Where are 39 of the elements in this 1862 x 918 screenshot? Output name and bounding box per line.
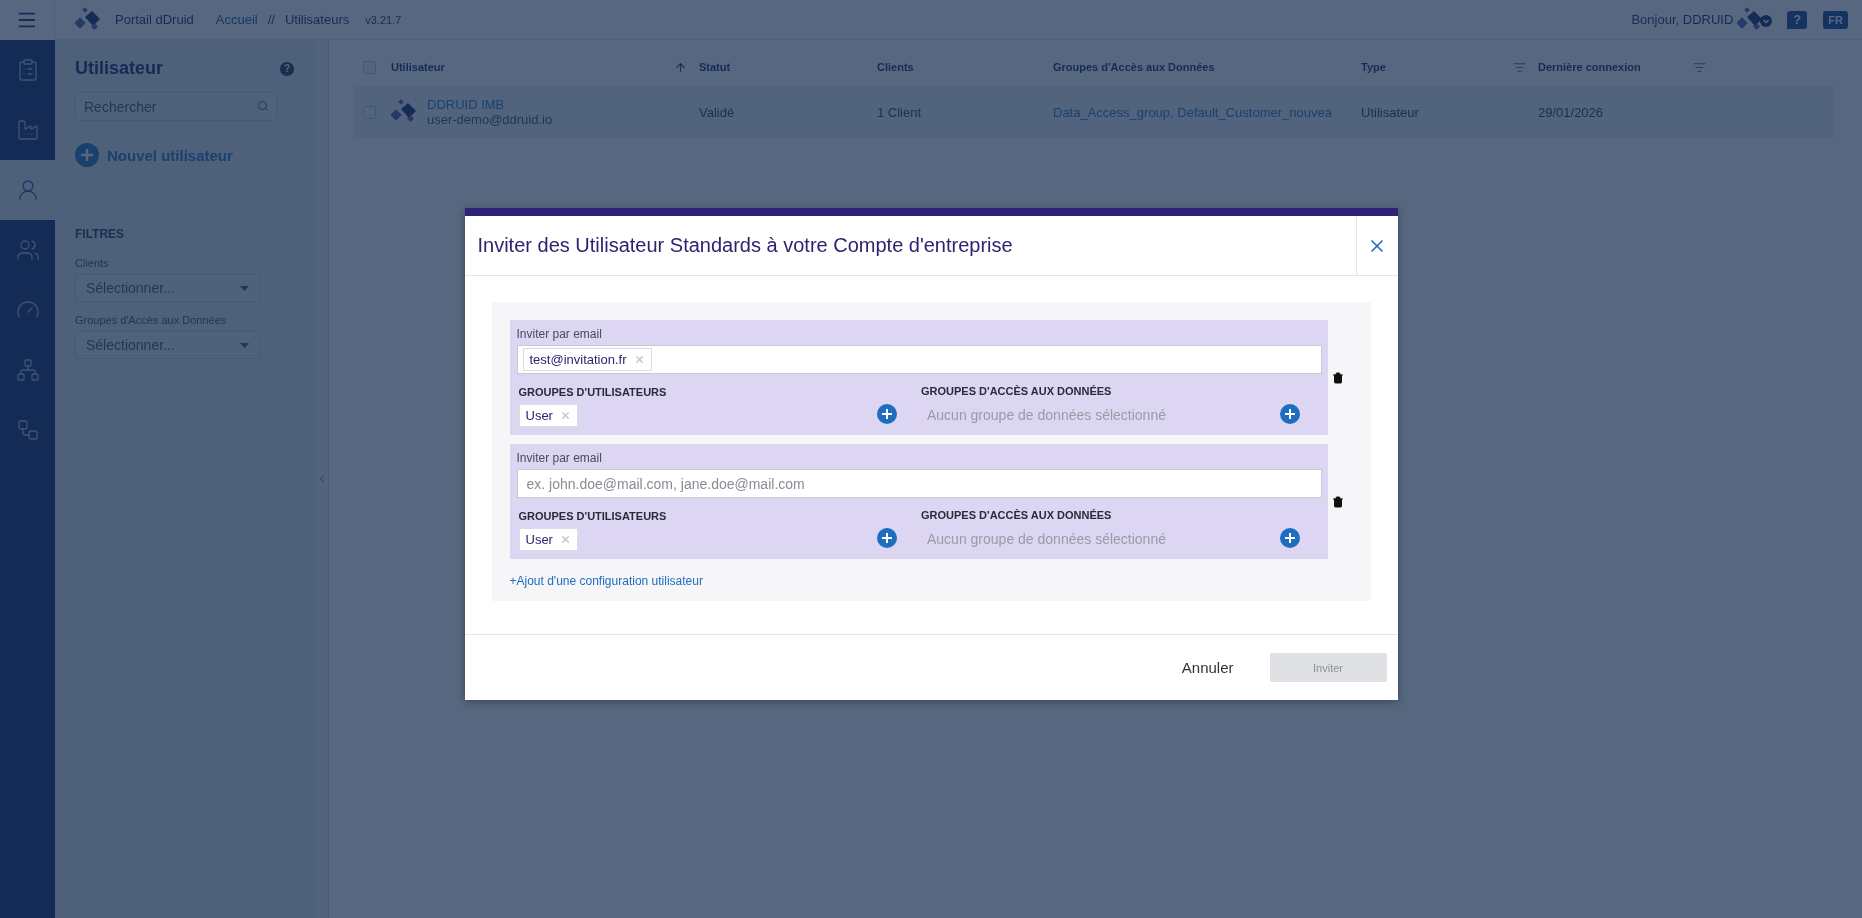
- user-groups-label: GROUPES D'UTILISATEURS: [518, 510, 667, 522]
- clients-cell-text: 1 Client: [877, 104, 923, 120]
- data-groups-label: GROUPES D'ACCÈS AUX DONNÉES: [921, 385, 1113, 397]
- type-cell-text: Utilisateur: [1361, 104, 1420, 120]
- group-chip: User: [518, 404, 578, 427]
- email-field[interactable]: test@invitation.fr: [516, 345, 1322, 374]
- user-groups-label: GROUPES D'UTILISATEURS: [518, 386, 667, 398]
- delete-button[interactable]: [1331, 371, 1344, 384]
- add-group-button[interactable]: [877, 528, 897, 548]
- trash-icon: [1331, 371, 1344, 384]
- cancel-button[interactable]: Annuler: [1181, 653, 1234, 682]
- add-data-group-button[interactable]: [1279, 528, 1300, 548]
- add-data-group-button[interactable]: [1279, 404, 1300, 424]
- group-chip: User: [518, 528, 578, 551]
- dialog-title: Inviter des Utilisateur Standards à votre Compte d'entreprise: [476, 233, 1014, 258]
- plus-icon: [877, 404, 897, 424]
- delete-button[interactable]: [1331, 495, 1344, 508]
- data-groups-label: GROUPES D'ACCÈS AUX DONNÉES: [921, 509, 1113, 521]
- plus-icon: [877, 528, 897, 548]
- email-label: Inviter par email: [516, 327, 603, 341]
- greeting-text: Bonjour, DDRUID: [1631, 12, 1734, 27]
- empty-groups-text: Aucun groupe de données sélectionné: [926, 530, 1167, 549]
- app-name: Portail dDruid: [115, 12, 194, 27]
- email-chip: test@invitation.fr: [522, 348, 652, 371]
- breadcrumb-link[interactable]: Utilisateurs: [284, 12, 350, 27]
- plus-icon: [1279, 528, 1300, 548]
- email-label: Inviter par email: [516, 451, 603, 465]
- version-label: v3.21.7: [365, 13, 402, 26]
- sidebar-title: Utilisateur: [75, 58, 164, 79]
- plus-icon: [1279, 404, 1300, 424]
- date-cell-text: 29/01/2026: [1538, 104, 1605, 120]
- add-config-link[interactable]: +Ajout d'une configuration utilisateur: [509, 574, 703, 588]
- breadcrumb-separator: //: [267, 12, 275, 27]
- status-cell-text: Validé: [699, 104, 736, 120]
- empty-groups-text: Aucun groupe de données sélectionné: [926, 406, 1167, 425]
- breadcrumb-link[interactable]: Accueil: [215, 12, 258, 27]
- trash-icon: [1331, 495, 1344, 508]
- email-field[interactable]: ex. john.doe@mail.com, jane.doe@mail.com: [516, 469, 1322, 498]
- add-group-button[interactable]: [877, 404, 897, 424]
